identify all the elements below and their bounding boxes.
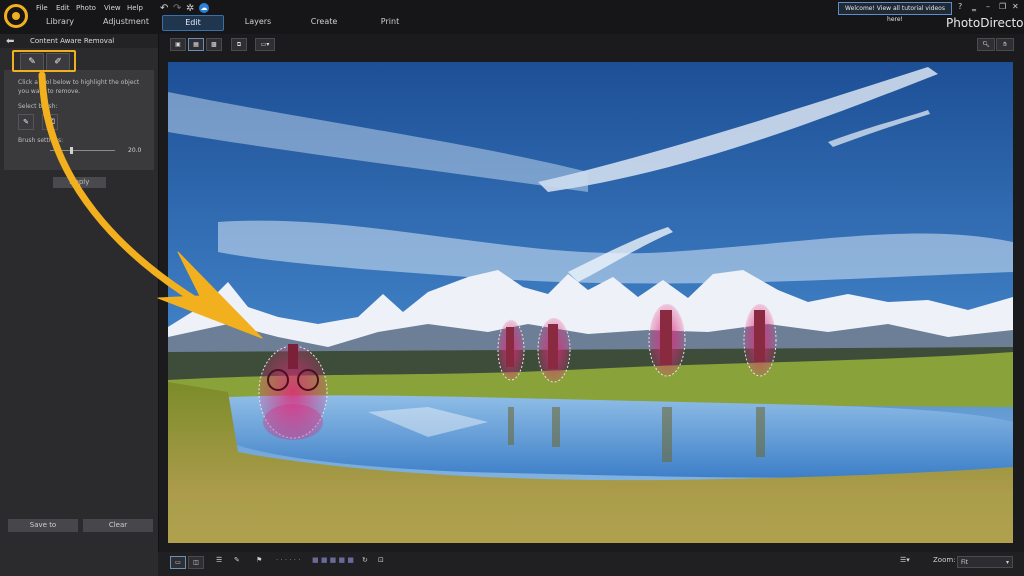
- zoom-label: Zoom:: [933, 556, 956, 564]
- crop-icon[interactable]: ⊡: [378, 556, 384, 564]
- panel-toggle-icon[interactable]: ☰▾: [900, 556, 910, 564]
- instruction-arrow-overlay: [38, 71, 263, 339]
- tag-icon[interactable]: ✎: [234, 556, 240, 564]
- compare-view-icon[interactable]: ◫: [188, 556, 204, 569]
- arrow-head-icon: [157, 251, 263, 339]
- flag-icon[interactable]: ⚑: [256, 556, 262, 564]
- chevron-down-icon: ▾: [1005, 559, 1009, 566]
- single-view-icon[interactable]: ▭: [170, 556, 186, 569]
- zoom-value: Fit: [961, 559, 969, 566]
- rotate-icon[interactable]: ↻: [362, 556, 368, 564]
- color-labels[interactable]: ■ ■ ■ ■ ■: [312, 556, 354, 564]
- rating-dots[interactable]: · · · · · ·: [276, 556, 300, 564]
- sort-icon[interactable]: ☰: [216, 556, 222, 564]
- zoom-select[interactable]: Fit ▾: [957, 556, 1013, 568]
